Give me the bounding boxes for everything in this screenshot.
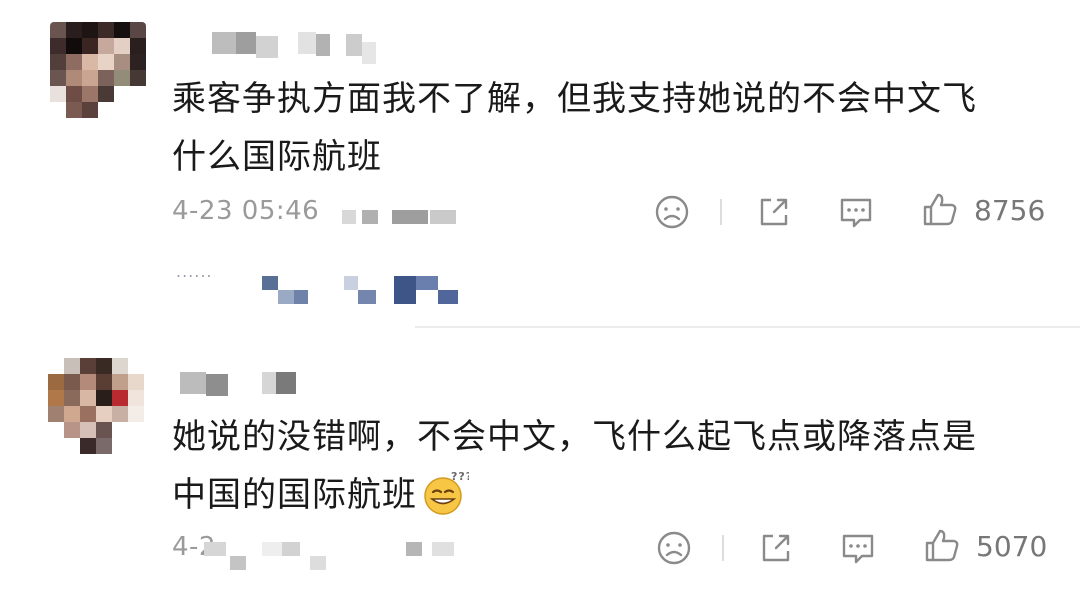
sweat-smile-emoji-icon: ??? xyxy=(424,470,469,515)
thumbs-up-icon[interactable] xyxy=(920,190,960,230)
dislike-face-icon[interactable] xyxy=(652,192,692,232)
like-count: 8756 xyxy=(974,194,1046,227)
comment-text: 她说的没错啊，不会中文，飞什么起飞点或降落点是 中国的国际航班 ??? xyxy=(172,417,977,515)
share-icon[interactable] xyxy=(756,528,796,568)
like-count: 5070 xyxy=(976,530,1048,563)
reply-preview-dots: ...... xyxy=(176,262,213,281)
divider xyxy=(722,535,724,561)
comment-text: 乘客争执方面我不了解，但我支持她说的不会中文飞 什么国际航班 xyxy=(172,79,977,177)
thumbs-up-icon[interactable] xyxy=(922,526,962,566)
share-icon[interactable] xyxy=(754,192,794,232)
divider xyxy=(720,199,722,225)
comment-item: 她说的没错啊，不会中文，飞什么起飞点或降落点是 中国的国际航班 ??? 4-2 xyxy=(0,330,1080,592)
comment-item: 乘客争执方面我不了解，但我支持她说的不会中文飞 什么国际航班 4-23 05:4… xyxy=(0,0,1080,330)
reply-icon[interactable] xyxy=(838,528,878,568)
timestamp: 4-23 05:46 xyxy=(172,196,320,226)
divider xyxy=(415,326,1080,328)
avatar[interactable] xyxy=(50,22,146,126)
reply-icon[interactable] xyxy=(836,192,876,232)
avatar[interactable] xyxy=(48,358,144,462)
svg-text:???: ??? xyxy=(451,470,469,483)
dislike-face-icon[interactable] xyxy=(654,528,694,568)
